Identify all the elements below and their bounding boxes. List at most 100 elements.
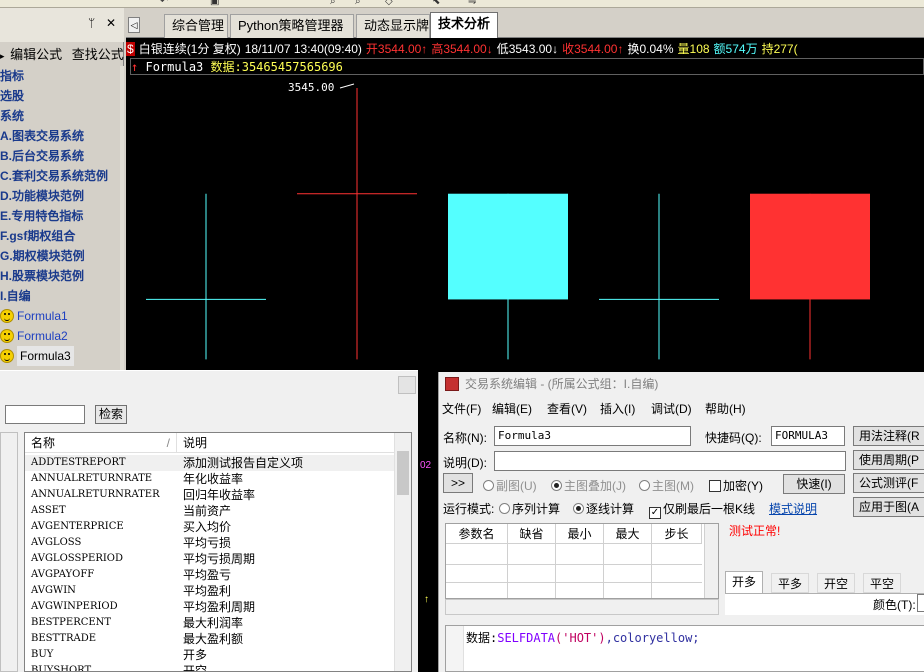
cursor-tool-icon[interactable]: ▣	[210, 0, 219, 7]
list-item[interactable]: BUY 开多	[25, 647, 395, 663]
menu-view[interactable]: 查看(V)	[547, 399, 587, 419]
list-side-scrollbar[interactable]	[0, 432, 18, 672]
tree-item-stock-select[interactable]: 选股	[0, 86, 120, 106]
list-item[interactable]: BESTTRADE 最大盈利额	[25, 631, 395, 647]
tree-item-indicators[interactable]: 指标	[0, 66, 120, 86]
function-name: ASSET	[31, 505, 66, 516]
formula-arrow-icon: ↑	[131, 60, 139, 74]
tree-item-special-indicators[interactable]: E.专用特色指标	[0, 206, 120, 226]
pin-icon[interactable]: ᛘ	[88, 16, 95, 30]
param-table[interactable]: 参数名 缺省 最小 最大 步长	[445, 523, 719, 599]
function-desc: 年化收益率	[183, 472, 244, 486]
menu-help[interactable]: 帮助(H)	[705, 399, 746, 419]
menu-edit[interactable]: 编辑(E)	[492, 399, 532, 419]
strip-arrow-icon: ↑	[424, 594, 429, 605]
tree-item-stock-modules[interactable]: H.股票模块范例	[0, 266, 120, 286]
pointer-icon[interactable]: ⬉	[432, 0, 440, 7]
column-header-name[interactable]: 名称 /	[25, 433, 177, 453]
shortcut-field[interactable]: FORMULA3	[771, 426, 845, 446]
status-text: 测试正常!	[729, 524, 781, 538]
list-item[interactable]: AVGWIN 平均盈利	[25, 583, 395, 599]
menu-insert[interactable]: 插入(I)	[600, 399, 635, 419]
list-item[interactable]: ADDTESTREPORT 添加测试报告自定义项	[25, 455, 395, 471]
encrypt-checkbox[interactable]: 加密(Y)	[709, 477, 763, 494]
kline-chart[interactable]: $ 白银连续(1分 复权) 18/11/07 13:40(09:40) 开3544.0…	[126, 38, 924, 372]
list-item[interactable]: AVGPAYOFF 平均盈亏	[25, 567, 395, 583]
radio-main-overlay[interactable]: 主图叠加(J)	[551, 477, 626, 494]
list-item[interactable]: ANNUALRETURNRATE 年化收益率	[25, 471, 395, 487]
quote-high: 高3544.00↓	[431, 42, 493, 56]
tree-item-gsf-options[interactable]: F.gsf期权组合	[0, 226, 120, 246]
tree-item-option-modules[interactable]: G.期权模块范例	[0, 246, 120, 266]
quick-button[interactable]: 快速(I)	[783, 474, 845, 494]
tree-item-formula1[interactable]: Formula1	[0, 306, 120, 326]
tree-item-formula2[interactable]: Formula2	[0, 326, 120, 346]
tree-item-background-trading[interactable]: B.后台交易系统	[0, 146, 120, 166]
tree-item-formula3[interactable]: Formula3	[0, 346, 120, 366]
description-field[interactable]	[494, 451, 846, 471]
edit-formula-button[interactable]: 编辑公式	[10, 47, 62, 62]
function-list: 名称 / 说明 ADDTESTREPORT 添加测试报告自定义项 ANNUALRET…	[24, 432, 412, 672]
radio-serial-calc[interactable]: 序列计算	[499, 500, 560, 517]
param-vscroll[interactable]	[704, 524, 718, 598]
search-input[interactable]	[5, 405, 85, 424]
dialog-title: 交易系统编辑 - (所属公式组：I.自编)	[439, 372, 924, 396]
find-formula-button[interactable]: 查找公式	[72, 47, 124, 62]
list-scrollbar[interactable]	[394, 433, 411, 671]
list-item[interactable]: ASSET 当前资产	[25, 503, 395, 519]
list-item[interactable]: BESTPERCENT 最大利润率	[25, 615, 395, 631]
color-picker[interactable]	[917, 594, 924, 612]
undo-icon[interactable]: ↶	[160, 0, 168, 7]
close-icon[interactable]: ✕	[106, 16, 116, 30]
radio-sub-chart[interactable]: 副图(U)	[483, 477, 537, 494]
list-item[interactable]: AVGENTERPRICE 买入均价	[25, 519, 395, 535]
radio-tick-calc[interactable]: 逐线计算	[573, 500, 634, 517]
tree-item-custom[interactable]: I.自编	[0, 286, 120, 306]
tab-close-short[interactable]: 平空	[863, 573, 902, 593]
tab-python-strategy[interactable]: Python策略管理器	[230, 14, 354, 38]
function-desc: 最大盈利额	[183, 632, 244, 646]
tab-general-management[interactable]: 综合管理	[164, 14, 228, 38]
mode-help-link[interactable]: 模式说明	[769, 500, 817, 517]
apply-to-chart-button[interactable]: 应用于图(A	[853, 497, 924, 517]
tab-open-long[interactable]: 开多	[725, 571, 764, 593]
price-tick-mark	[339, 83, 355, 89]
search-button[interactable]: 检索	[95, 405, 127, 424]
tab-open-short[interactable]: 开空	[817, 573, 856, 593]
tab-dynamic-board[interactable]: 动态显示牌	[356, 14, 430, 38]
list-item[interactable]: ANNUALRETURNRATER 回归年收益率	[25, 487, 395, 503]
zoom-out-icon[interactable]: ⌕	[355, 0, 361, 7]
menu-debug[interactable]: 调试(D)	[651, 399, 692, 419]
use-period-button[interactable]: 使用周期(P	[853, 450, 924, 470]
param-header-step: 步长	[652, 524, 702, 544]
panel-close-button[interactable]	[398, 376, 416, 394]
column-header-desc[interactable]: 说明	[177, 433, 395, 453]
tree-item-function-modules[interactable]: D.功能模块范例	[0, 186, 120, 206]
scroll-thumb[interactable]	[397, 451, 409, 495]
swap-icon[interactable]: ⇋	[468, 0, 476, 7]
expand-button[interactable]: >>	[443, 473, 473, 493]
list-item[interactable]: AVGLOSS 平均亏损	[25, 535, 395, 551]
settings-icon[interactable]: ◇	[385, 0, 393, 7]
list-item[interactable]: AVGLOSSPERIOD 平均亏损周期	[25, 551, 395, 567]
code-editor[interactable]: 数据:SELFDATA('HOT'),coloryellow;	[445, 625, 924, 672]
radio-main-chart[interactable]: 主图(M)	[639, 477, 694, 494]
zoom-in-icon[interactable]: ⌕	[330, 0, 336, 7]
formula-data-label: 数据:	[210, 60, 242, 74]
last-kline-checkbox[interactable]: ✓ 仅刷最后一根K线	[649, 500, 755, 519]
menu-file[interactable]: 文件(F)	[442, 399, 481, 419]
tree-scrollbar[interactable]	[120, 66, 124, 370]
list-item[interactable]: BUYSHORT 开空	[25, 663, 395, 671]
list-item[interactable]: AVGWINPERIOD 平均盈利周期	[25, 599, 395, 615]
tree-item-arbitrage[interactable]: C.套利交易系统范例	[0, 166, 120, 186]
quote-datetime: 18/11/07 13:40(09:40)	[244, 42, 362, 56]
formula-evaluate-button[interactable]: 公式测评(F	[853, 473, 924, 493]
tab-technical-analysis[interactable]: 技术分析	[430, 12, 498, 39]
tab-scroll-left-icon[interactable]: ◁	[128, 17, 140, 33]
tree-item-chart-trading[interactable]: A.图表交易系统	[0, 126, 120, 146]
usage-notes-button[interactable]: 用法注释(R	[853, 426, 924, 446]
name-field[interactable]: Formula3	[494, 426, 691, 446]
tree-item-systems[interactable]: 系统	[0, 106, 120, 126]
param-hscroll[interactable]	[445, 599, 719, 615]
tab-close-long[interactable]: 平多	[771, 573, 810, 593]
